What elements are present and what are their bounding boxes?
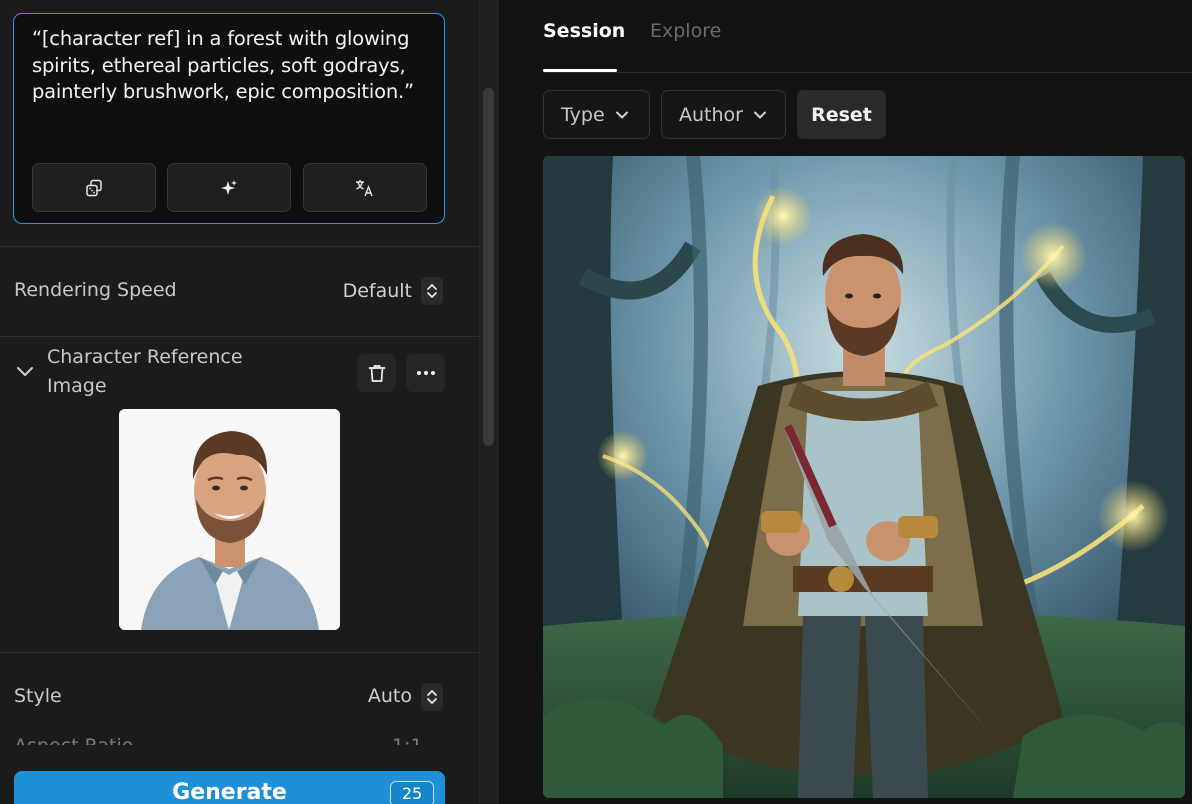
- generate-label: Generate: [172, 780, 287, 804]
- dice-icon: [86, 179, 102, 196]
- credit-count-badge: 25: [390, 781, 434, 804]
- reference-photo: [119, 409, 340, 630]
- character-reference-image[interactable]: [119, 409, 340, 630]
- divider: [0, 246, 479, 247]
- author-filter-label: Author: [679, 103, 743, 126]
- ellipsis-icon: [416, 371, 435, 375]
- more-options-button[interactable]: [406, 354, 445, 392]
- type-filter-label: Type: [561, 103, 605, 126]
- randomize-button[interactable]: [32, 163, 156, 212]
- translate-button[interactable]: [303, 163, 427, 212]
- tab-explore[interactable]: Explore: [650, 20, 721, 42]
- character-reference-title: Character Reference Image: [47, 346, 243, 397]
- magic-prompt-button[interactable]: [167, 163, 291, 212]
- prompt-box[interactable]: “[character ref] in a forest with glowin…: [13, 13, 445, 224]
- rendering-speed-stepper[interactable]: [421, 277, 443, 305]
- divider: [543, 72, 1192, 73]
- trash-icon: [368, 364, 385, 382]
- chevron-up-down-icon: [427, 690, 437, 704]
- delete-reference-button[interactable]: [357, 354, 396, 392]
- scrollbar-thumb[interactable]: [483, 88, 494, 446]
- chevron-down-icon: [615, 111, 628, 118]
- style-label: Style: [14, 685, 62, 707]
- type-filter-button[interactable]: Type: [543, 90, 650, 139]
- tab-session[interactable]: Session: [543, 20, 625, 42]
- chevron-down-icon[interactable]: [15, 364, 35, 378]
- divider: [0, 652, 479, 653]
- style-stepper[interactable]: [421, 683, 443, 711]
- chevron-up-down-icon: [427, 284, 437, 298]
- rendering-speed-label: Rendering Speed: [14, 279, 177, 301]
- gallery-panel: Session Explore Type Author Reset: [499, 0, 1192, 804]
- rendering-speed-value[interactable]: Default: [343, 280, 412, 302]
- author-filter-button[interactable]: Author: [661, 90, 786, 139]
- generate-button[interactable]: Generate 25: [14, 771, 445, 804]
- generated-artwork: [543, 156, 1185, 798]
- settings-panel: “[character ref] in a forest with glowin…: [0, 0, 479, 804]
- style-value[interactable]: Auto: [368, 685, 412, 707]
- reset-button[interactable]: Reset: [797, 90, 886, 139]
- translate-icon: [356, 179, 373, 196]
- chevron-down-icon: [753, 111, 766, 118]
- prompt-input[interactable]: “[character ref] in a forest with glowin…: [32, 26, 432, 106]
- divider: [0, 336, 479, 337]
- sparkle-icon: [221, 179, 237, 195]
- generated-image[interactable]: [543, 156, 1185, 798]
